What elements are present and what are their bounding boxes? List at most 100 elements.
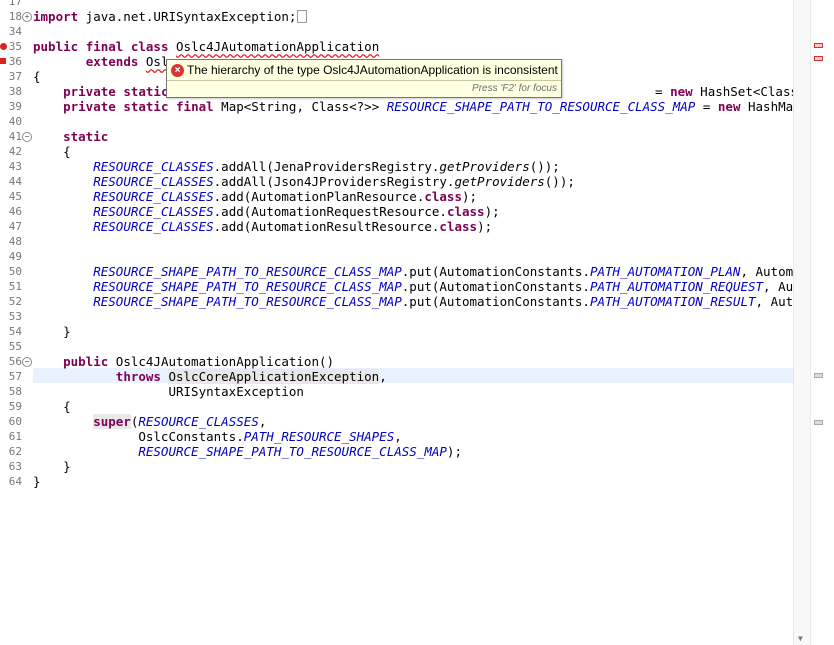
code-text: ,: [379, 369, 387, 384]
code-line-18[interactable]: import java.net.URISyntaxException;: [33, 9, 308, 24]
brace: {: [63, 144, 71, 159]
line-number: 58: [8, 385, 22, 398]
code-text: .put(AutomationConstants.: [401, 279, 590, 294]
code-text: .add(AutomationRequestResource.: [213, 204, 447, 219]
code-line-47[interactable]: RESOURCE_CLASSES.add(AutomationResultRes…: [33, 219, 492, 234]
hover-message: The hierarchy of the type Oslc4JAutomati…: [187, 63, 558, 77]
line-number: 45: [8, 190, 22, 203]
keyword: throws: [115, 369, 161, 384]
occurrence-annotation-marker[interactable]: [814, 420, 823, 425]
code-line-39[interactable]: private static final Map<String, Class<?…: [33, 99, 793, 114]
constant-name: PATH_AUTOMATION_PLAN: [589, 264, 741, 279]
brace: {: [63, 399, 71, 414]
code-text: HashMap<String: [747, 99, 793, 114]
line-number: 41: [8, 130, 22, 143]
field-name: RESOURCE_SHAPE_PATH_TO_RESOURCE_CLASS_MA…: [93, 264, 402, 279]
line-number: 34: [8, 25, 22, 38]
keyword: class: [130, 39, 169, 54]
code-text: .put(AutomationConstants.: [401, 264, 590, 279]
line-number-gutter[interactable]: 17 18 + 34 35 36 37 38 39 40 41 − 42 43 …: [0, 0, 32, 645]
code-line-60[interactable]: super(RESOURCE_CLASSES,: [33, 414, 266, 429]
folded-imports-icon[interactable]: [297, 10, 308, 23]
code-line-63[interactable]: }: [33, 459, 71, 474]
line-number: 47: [8, 220, 22, 233]
error-icon: ×: [171, 64, 184, 77]
code-text: .addAll(JenaProvidersRegistry.: [213, 159, 440, 174]
code-line-37[interactable]: {: [33, 69, 41, 84]
line-number: 55: [8, 340, 22, 353]
code-line-44[interactable]: RESOURCE_CLASSES.addAll(Json4JProvidersR…: [33, 174, 575, 189]
code-line-35[interactable]: public final class Oslc4JAutomationAppli…: [33, 39, 379, 54]
code-line-42[interactable]: {: [33, 144, 71, 159]
code-line-57[interactable]: throws OslcCoreApplicationException,: [33, 369, 387, 384]
code-editor[interactable]: 17 18 + 34 35 36 37 38 39 40 41 − 42 43 …: [0, 0, 793, 645]
line-number: 52: [8, 295, 22, 308]
keyword: static: [63, 129, 109, 144]
keyword: class: [446, 204, 485, 219]
keyword: extends: [85, 54, 139, 69]
code-text: .add(AutomationResultResource.: [213, 219, 440, 234]
code-text: OslcConstants.: [138, 429, 244, 444]
code-line-50[interactable]: RESOURCE_SHAPE_PATH_TO_RESOURCE_CLASS_MA…: [33, 264, 793, 279]
code-line-59[interactable]: {: [33, 399, 71, 414]
occurrence-annotation-marker[interactable]: [814, 373, 823, 378]
constant-name: PATH_AUTOMATION_RESULT: [589, 294, 756, 309]
code-text: ());: [529, 159, 560, 174]
code-line-38-tail[interactable]: = new HashSet<Class<: [655, 84, 793, 99]
field-name: RESOURCE_CLASSES: [138, 414, 259, 429]
constant-name: PATH_AUTOMATION_REQUEST: [589, 279, 764, 294]
line-number: 61: [8, 430, 22, 443]
code-line-64[interactable]: }: [33, 474, 41, 489]
keyword: class: [439, 219, 478, 234]
keyword: final: [85, 39, 124, 54]
error-annotation-marker[interactable]: [814, 56, 823, 61]
code-text: URISyntaxException: [168, 384, 304, 399]
code-line-58[interactable]: URISyntaxException: [33, 384, 304, 399]
code-text: Oslc4JAutomationApplication(): [108, 354, 335, 369]
line-number: 46: [8, 205, 22, 218]
code-text: );: [477, 219, 493, 234]
class-name-error[interactable]: Oslc4JAutomationApplication: [176, 39, 379, 54]
line-number: 63: [8, 460, 22, 473]
keyword: public: [63, 354, 109, 369]
code-text: );: [462, 189, 478, 204]
line-number: 36: [8, 55, 22, 68]
field-name: RESOURCE_CLASSES: [93, 189, 214, 204]
line-number: 39: [8, 100, 22, 113]
fold-expand-icon[interactable]: +: [22, 12, 32, 22]
overview-ruler[interactable]: [810, 0, 834, 645]
fold-collapse-icon[interactable]: −: [22, 357, 32, 367]
vertical-scrollbar[interactable]: ▼: [793, 0, 811, 645]
code-line-51[interactable]: RESOURCE_SHAPE_PATH_TO_RESOURCE_CLASS_MA…: [33, 279, 793, 294]
keyword: new: [670, 84, 693, 99]
fold-collapse-icon[interactable]: −: [22, 132, 32, 142]
keyword: import: [33, 9, 79, 24]
method-name: getProviders: [454, 174, 545, 189]
line-number: 37: [8, 70, 22, 83]
code-line-62[interactable]: RESOURCE_SHAPE_PATH_TO_RESOURCE_CLASS_MA…: [33, 444, 462, 459]
constant-name: PATH_RESOURCE_SHAPES: [243, 429, 395, 444]
code-line-36[interactable]: extends Oslc: [33, 54, 176, 69]
code-line-52[interactable]: RESOURCE_SHAPE_PATH_TO_RESOURCE_CLASS_MA…: [33, 294, 793, 309]
code-line-45[interactable]: RESOURCE_CLASSES.add(AutomationPlanResou…: [33, 189, 477, 204]
field-name: RESOURCE_CLASSES: [93, 204, 214, 219]
error-annotation-marker[interactable]: [814, 43, 823, 48]
code-line-56[interactable]: public Oslc4JAutomationApplication(): [33, 354, 334, 369]
code-line-41[interactable]: static: [33, 129, 108, 144]
keyword: final: [176, 99, 214, 114]
line-number: 49: [8, 250, 22, 263]
line-number: 56: [8, 355, 22, 368]
code-line-38[interactable]: private static: [33, 84, 168, 99]
scroll-down-arrow-icon[interactable]: ▼: [798, 634, 803, 643]
line-number: 48: [8, 235, 22, 248]
method-name: getProviders: [439, 159, 530, 174]
code-line-46[interactable]: RESOURCE_CLASSES.add(AutomationRequestRe…: [33, 204, 499, 219]
field-name: RESOURCE_SHAPE_PATH_TO_RESOURCE_CLASS_MA…: [138, 444, 447, 459]
code-line-43[interactable]: RESOURCE_CLASSES.addAll(JenaProvidersReg…: [33, 159, 560, 174]
code-line-54[interactable]: }: [33, 324, 71, 339]
code-text: =: [695, 99, 718, 114]
field-name: RESOURCE_CLASSES: [93, 159, 214, 174]
line-number: 40: [8, 115, 22, 128]
code-line-61[interactable]: OslcConstants.PATH_RESOURCE_SHAPES,: [33, 429, 401, 444]
error-hover-tooltip[interactable]: × The hierarchy of the type Oslc4JAutoma…: [166, 59, 562, 98]
